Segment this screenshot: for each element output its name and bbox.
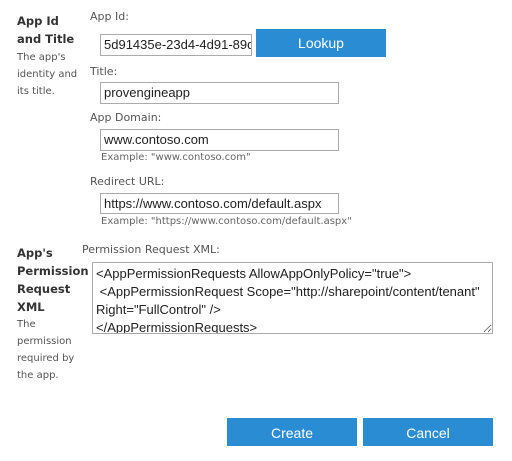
create-button[interactable]: Create	[227, 418, 357, 446]
redirect-url-example: Example: "https://www.contoso.com/defaul…	[101, 216, 352, 227]
title-label: Title:	[90, 65, 118, 78]
permission-xml-textarea[interactable]: <AppPermissionRequests AllowAppOnlyPolic…	[92, 262, 493, 334]
section-title-app-id: App Id and Title	[17, 14, 75, 46]
title-input[interactable]: provengineapp	[100, 82, 339, 104]
app-domain-input[interactable]: www.contoso.com	[100, 129, 339, 151]
app-domain-label: App Domain:	[90, 111, 162, 124]
permission-xml-label: Permission Request XML:	[82, 243, 220, 256]
app-id-input[interactable]: 5d91435e-23d4-4d91-89dc	[100, 34, 252, 56]
app-id-label: App Id:	[90, 10, 129, 23]
section-desc-app-id: The app's identity and its title.	[17, 52, 78, 97]
app-domain-example: Example: "www.contoso.com"	[101, 152, 251, 163]
lookup-button[interactable]: Lookup	[256, 29, 386, 57]
redirect-url-input[interactable]: https://www.contoso.com/default.aspx	[100, 193, 339, 214]
section-title-permission: App's Permission Request XML	[17, 246, 89, 314]
redirect-url-label: Redirect URL:	[90, 175, 165, 188]
cancel-button[interactable]: Cancel	[363, 418, 493, 446]
section-desc-permission: The permission required by the app.	[17, 319, 75, 381]
